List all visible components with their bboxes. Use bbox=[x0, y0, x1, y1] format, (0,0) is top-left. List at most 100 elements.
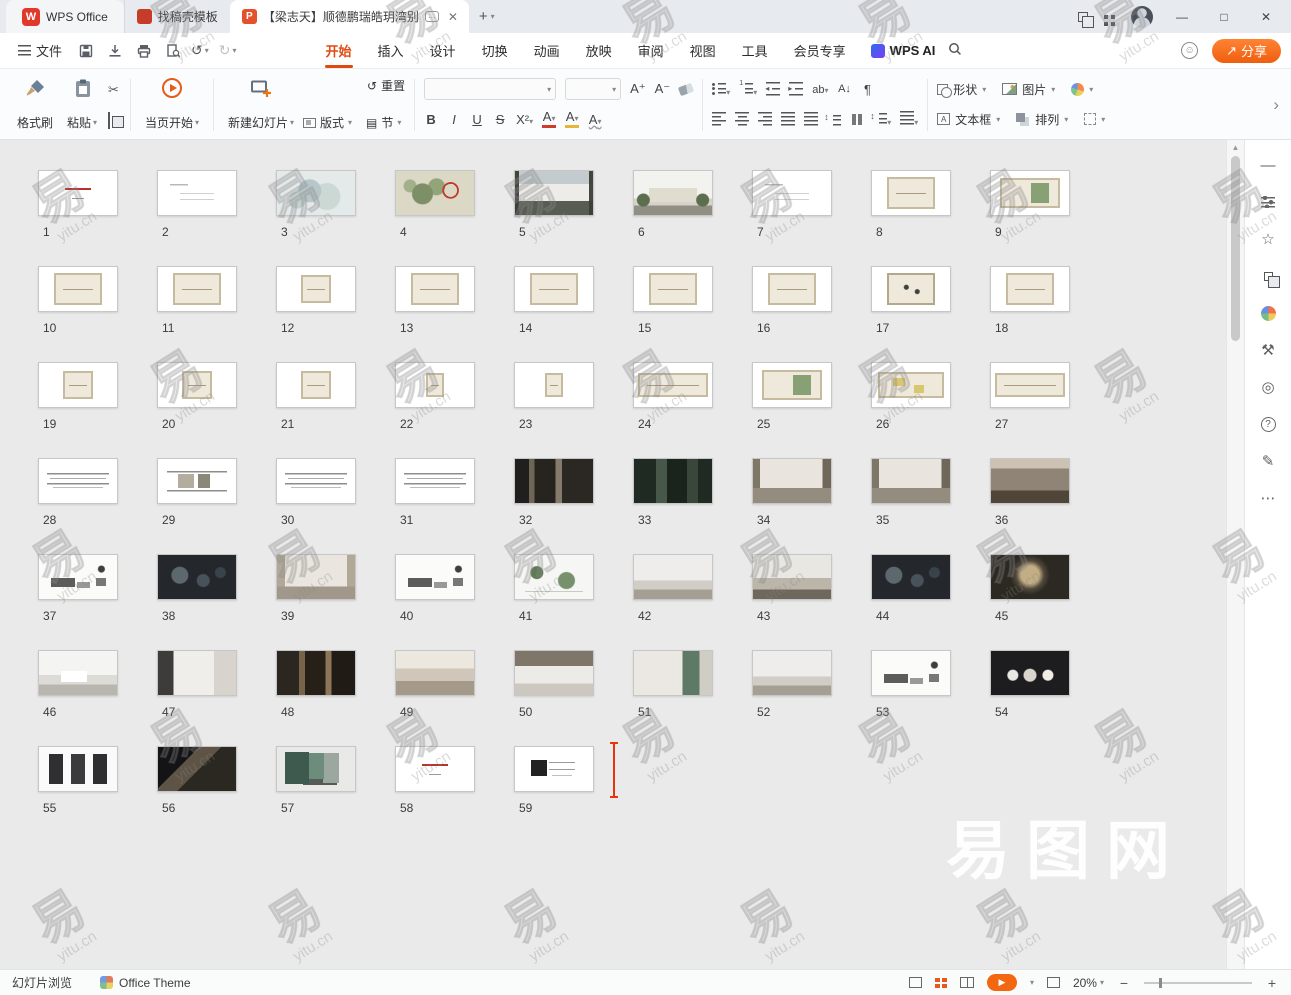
menu-tab-1[interactable]: 开始 bbox=[315, 33, 363, 69]
locate-icon[interactable]: ◎ bbox=[1258, 378, 1278, 396]
justify-icon[interactable] bbox=[781, 112, 795, 126]
slide-thumbnail[interactable] bbox=[990, 650, 1070, 696]
slide-cell-20[interactable]: 20 bbox=[157, 362, 276, 458]
format-painter-button[interactable]: 格式刷 bbox=[10, 73, 60, 137]
slide-cell-34[interactable]: 34 bbox=[752, 458, 871, 554]
slide-cell-39[interactable]: 39 bbox=[276, 554, 395, 650]
redo-icon[interactable]: ↻ bbox=[219, 42, 231, 59]
slide-cell-24[interactable]: 24 bbox=[633, 362, 752, 458]
menu-tab-4[interactable]: 切换 bbox=[471, 33, 519, 69]
slide-thumbnail[interactable] bbox=[38, 266, 118, 312]
slide-thumbnail[interactable] bbox=[514, 458, 594, 504]
shapes-button[interactable]: 形状▾ bbox=[937, 81, 986, 98]
menu-tab-7[interactable]: 审阅 bbox=[627, 33, 675, 69]
font-family-combobox[interactable]: ▾ bbox=[424, 78, 556, 100]
slide-thumbnail[interactable] bbox=[990, 362, 1070, 408]
paste-button[interactable]: 粘贴▾ bbox=[60, 73, 104, 137]
slide-cell-6[interactable]: 6 bbox=[633, 170, 752, 266]
slide-cell-4[interactable]: 4 bbox=[395, 170, 514, 266]
align-center-icon[interactable] bbox=[735, 112, 749, 126]
slide-cell-38[interactable]: 38 bbox=[157, 554, 276, 650]
slide-thumbnail[interactable] bbox=[514, 746, 594, 792]
wps-ai-button[interactable]: WPS AI bbox=[871, 43, 936, 58]
grow-font-button[interactable]: A⁺ bbox=[630, 81, 646, 97]
align-right-icon[interactable] bbox=[758, 112, 772, 126]
slide-thumbnail[interactable] bbox=[514, 554, 594, 600]
slide-cell-25[interactable]: 25 bbox=[752, 362, 871, 458]
slide-thumbnail[interactable] bbox=[752, 650, 832, 696]
file-menu-button[interactable]: 文件 bbox=[10, 41, 70, 60]
slide-cell-19[interactable]: 19 bbox=[38, 362, 157, 458]
more-tools-icon[interactable]: ⋯ bbox=[1258, 489, 1278, 507]
wps-home-tab[interactable]: W WPS Office bbox=[6, 0, 124, 33]
slide-cell-13[interactable]: 13 bbox=[395, 266, 514, 362]
slide-thumbnail[interactable] bbox=[514, 362, 594, 408]
slide-cell-56[interactable]: 56 bbox=[157, 746, 276, 842]
slide-cell-14[interactable]: 14 bbox=[514, 266, 633, 362]
new-slide-button[interactable]: 新建幻灯片▾ bbox=[221, 73, 301, 137]
slide-cell-30[interactable]: 30 bbox=[276, 458, 395, 554]
slide-thumbnail[interactable] bbox=[276, 650, 356, 696]
slide-cell-57[interactable]: 57 bbox=[276, 746, 395, 842]
slide-cell-36[interactable]: 36 bbox=[990, 458, 1109, 554]
slide-cell-45[interactable]: 45 bbox=[990, 554, 1109, 650]
undo-icon[interactable]: ↺ bbox=[191, 42, 203, 59]
slide-cell-27[interactable]: 27 bbox=[990, 362, 1109, 458]
clear-format-icon[interactable] bbox=[678, 82, 694, 95]
bullet-list-button[interactable]: ▾ bbox=[712, 81, 730, 98]
slide-cell-59[interactable]: 59 bbox=[514, 746, 633, 842]
paragraph-layout-button[interactable]: ▾ bbox=[900, 111, 918, 128]
slide-cell-16[interactable]: 16 bbox=[752, 266, 871, 362]
slide-thumbnail[interactable] bbox=[38, 746, 118, 792]
slide-thumbnail[interactable] bbox=[633, 458, 713, 504]
doc-tab-template[interactable]: 找稿壳模板 bbox=[124, 0, 230, 33]
spacing-options-button[interactable]: ▾ bbox=[873, 111, 891, 128]
scrollbar-thumb[interactable] bbox=[1231, 156, 1240, 341]
slide-thumbnail[interactable] bbox=[157, 458, 237, 504]
promo-smiley-icon[interactable]: ☺ bbox=[1181, 42, 1198, 59]
slide-thumbnail[interactable] bbox=[871, 362, 951, 408]
slide-cell-52[interactable]: 52 bbox=[752, 650, 871, 746]
slide-thumbnail[interactable] bbox=[276, 746, 356, 792]
slide-thumbnail[interactable] bbox=[157, 554, 237, 600]
slide-thumbnail[interactable] bbox=[395, 554, 475, 600]
apps-grid-icon[interactable] bbox=[1104, 15, 1108, 19]
comment-bubble-icon[interactable]: … bbox=[425, 11, 439, 22]
slide-thumbnail[interactable] bbox=[276, 554, 356, 600]
zoom-slider[interactable] bbox=[1144, 982, 1252, 984]
slide-cell-42[interactable]: 42 bbox=[633, 554, 752, 650]
section-button[interactable]: ▤节▾ bbox=[366, 114, 401, 131]
arrange-button[interactable]: 排列▾ bbox=[1016, 111, 1068, 128]
slide-sorter-view-icon[interactable] bbox=[935, 978, 947, 988]
columns-icon[interactable] bbox=[850, 113, 864, 126]
slide-thumbnail[interactable] bbox=[276, 458, 356, 504]
collapse-panel-icon[interactable]: — bbox=[1258, 156, 1278, 174]
slide-cell-11[interactable]: 11 bbox=[157, 266, 276, 362]
slide-thumbnail[interactable] bbox=[276, 170, 356, 216]
copy-icon[interactable] bbox=[108, 113, 119, 128]
slide-thumbnail[interactable] bbox=[871, 650, 951, 696]
minimize-button[interactable]: — bbox=[1169, 10, 1195, 24]
slide-cell-12[interactable]: 12 bbox=[276, 266, 395, 362]
slide-thumbnail[interactable] bbox=[871, 458, 951, 504]
increase-indent-icon[interactable] bbox=[789, 82, 803, 96]
zoom-out-icon[interactable]: − bbox=[1117, 975, 1131, 991]
ribbon-expand-icon[interactable]: › bbox=[1269, 95, 1283, 115]
bold-button[interactable]: B bbox=[424, 112, 438, 127]
scroll-up-icon[interactable]: ▲ bbox=[1227, 140, 1244, 152]
slide-thumbnail[interactable] bbox=[633, 554, 713, 600]
print-preview-icon[interactable] bbox=[165, 43, 181, 59]
slide-thumbnail[interactable] bbox=[752, 362, 832, 408]
favorites-star-icon[interactable]: ☆ bbox=[1258, 230, 1278, 248]
reading-view-icon[interactable] bbox=[960, 977, 974, 988]
slide-cell-41[interactable]: 41 bbox=[514, 554, 633, 650]
share-button[interactable]: ↗ 分享 bbox=[1212, 39, 1281, 63]
doc-tab-presentation[interactable]: P 【梁志天】顺德鹏瑞皓玥湾别 … ✕ bbox=[230, 0, 469, 33]
slide-cell-32[interactable]: 32 bbox=[514, 458, 633, 554]
slide-thumbnail[interactable] bbox=[990, 170, 1070, 216]
play-from-current-button[interactable]: 当页开始▾ bbox=[138, 73, 206, 137]
shrink-font-button[interactable]: A⁻ bbox=[655, 81, 671, 97]
export-pdf-icon[interactable] bbox=[107, 43, 123, 59]
cut-icon[interactable]: ✂ bbox=[108, 82, 119, 98]
slide-cell-10[interactable]: 10 bbox=[38, 266, 157, 362]
